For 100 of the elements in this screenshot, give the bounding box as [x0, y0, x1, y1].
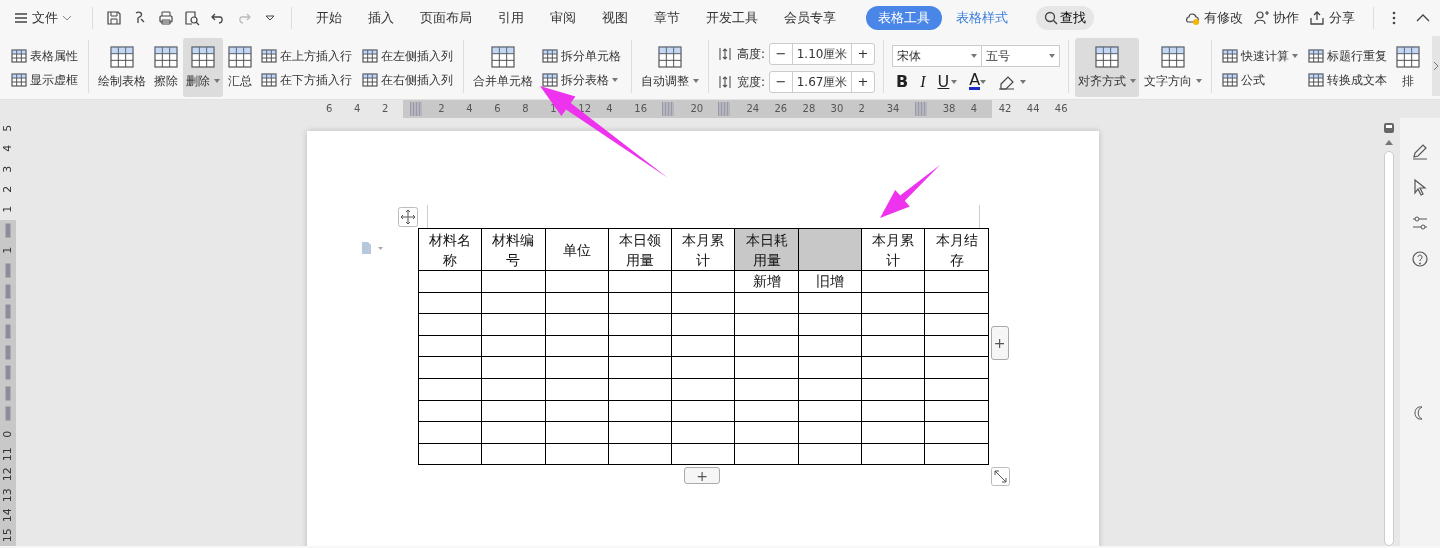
ribbon-button[interactable]: 标题行重复: [1306, 45, 1390, 66]
minus-button[interactable]: −: [770, 43, 793, 64]
print-preview-icon[interactable]: [184, 10, 200, 26]
column-marker[interactable]: [410, 102, 423, 116]
table-cell: [798, 400, 862, 422]
ribbon-button[interactable]: 汇总: [225, 38, 255, 97]
plus-button[interactable]: +: [852, 71, 875, 92]
row-marker[interactable]: [5, 324, 11, 339]
table-cell: [481, 378, 546, 401]
table-cell: [608, 421, 672, 444]
ribbon-tab[interactable]: 章节: [642, 5, 692, 31]
column-marker[interactable]: [662, 102, 675, 116]
ribbon-button[interactable]: 排: [1393, 38, 1424, 97]
pen-icon[interactable]: [1411, 142, 1429, 160]
row-marker[interactable]: [5, 345, 11, 360]
toolbar-button[interactable]: 协作: [1253, 8, 1299, 28]
ribbon-tab[interactable]: 开发工具: [694, 5, 770, 31]
ribbon-button[interactable]: 拆分单元格: [540, 45, 623, 66]
collapse-icon[interactable]: [1416, 14, 1430, 22]
help-icon[interactable]: [1411, 250, 1429, 268]
spinner-field[interactable]: − 1.10厘米 +: [769, 42, 876, 65]
table-icon: [542, 47, 558, 64]
resize-handle-icon[interactable]: [990, 467, 1010, 487]
table-cell: [798, 443, 862, 465]
font-size-dropdown[interactable]: 五号: [982, 45, 1061, 67]
ribbon-button[interactable]: 自动调整: [638, 38, 702, 97]
table-cell: [418, 335, 482, 357]
ribbon-button[interactable]: 显示虚框: [9, 69, 80, 90]
format-button[interactable]: B: [892, 73, 913, 90]
ribbon-tab[interactable]: 表格样式: [944, 5, 1020, 31]
ribbon-tab[interactable]: 插入: [356, 5, 406, 31]
view-icon[interactable]: [1383, 122, 1395, 134]
ribbon-button[interactable]: 快速计算: [1220, 45, 1301, 66]
print-icon[interactable]: [158, 10, 174, 26]
table-cell: [924, 400, 989, 422]
ribbon-button[interactable]: 拆分表格: [540, 69, 623, 90]
ribbon-tab[interactable]: 会员专享: [772, 5, 848, 31]
add-row-button[interactable]: +: [684, 467, 720, 485]
ribbon-button[interactable]: 表格属性: [9, 45, 80, 66]
row-marker[interactable]: [5, 365, 11, 380]
table-cell: [418, 313, 482, 336]
cursor-icon[interactable]: [1411, 178, 1429, 196]
add-column-button[interactable]: +: [990, 326, 1009, 360]
menu-icon: [14, 12, 28, 24]
format-button[interactable]: A: [965, 73, 991, 90]
move-handle-icon[interactable]: [398, 207, 418, 227]
ribbon-button[interactable]: 删除: [183, 38, 223, 97]
toolbar-button[interactable]: 有修改: [1184, 8, 1243, 28]
table-cell: [481, 400, 546, 422]
format-button[interactable]: U: [933, 73, 962, 90]
column-marker[interactable]: [914, 102, 927, 116]
ribbon-button[interactable]: 转换成文本: [1306, 69, 1390, 90]
scroll-up-icon[interactable]: [1385, 140, 1393, 145]
ribbon-tab[interactable]: 表格工具: [866, 5, 942, 31]
table-cell: [481, 335, 546, 357]
row-marker[interactable]: [5, 223, 11, 238]
ruler-number: 26: [774, 103, 788, 114]
ribbon-button[interactable]: 擦除: [151, 38, 181, 97]
more-icon[interactable]: [1392, 11, 1396, 25]
ribbon-button[interactable]: 合并单元格: [470, 38, 536, 97]
ribbon-tab[interactable]: 引用: [486, 5, 536, 31]
scrollbar-thumb[interactable]: [1384, 151, 1394, 546]
search-button[interactable]: 查找: [1036, 5, 1094, 31]
minus-button[interactable]: −: [770, 71, 793, 92]
caret-icon: [1130, 79, 1137, 83]
file-menu[interactable]: 文件: [14, 5, 84, 31]
table-cell: [798, 335, 862, 357]
ribbon-tab[interactable]: 视图: [590, 5, 640, 31]
table-icon: [1161, 45, 1186, 69]
row-marker[interactable]: [5, 386, 11, 401]
table-cell: [481, 270, 546, 293]
ribbon-button[interactable]: 公式: [1220, 69, 1301, 90]
ruler-number: 1: [550, 103, 557, 114]
row-marker[interactable]: [5, 304, 11, 319]
ribbon-button[interactable]: 绘制表格: [95, 38, 149, 97]
format-button[interactable]: I: [916, 73, 930, 90]
table-cell: [671, 378, 735, 401]
ribbon-tab[interactable]: 页面布局: [408, 5, 484, 31]
save-icon[interactable]: [106, 10, 122, 26]
table-cell: [861, 378, 925, 401]
spinner-field[interactable]: − 1.67厘米 +: [769, 70, 876, 93]
table-cell: [545, 270, 609, 293]
ribbon-tab[interactable]: 审阅: [538, 5, 588, 31]
ribbon-button[interactable]: 在左侧插入列: [360, 45, 455, 66]
row-marker[interactable]: [5, 263, 11, 278]
plus-button[interactable]: +: [852, 43, 875, 64]
column-marker[interactable]: [718, 102, 731, 116]
ribbon-button[interactable]: 在下方插入行: [259, 69, 354, 90]
ribbon-button[interactable]: 对齐方式: [1075, 38, 1140, 97]
ribbon-tab[interactable]: 开始: [304, 5, 354, 31]
ribbon-button[interactable]: 在上方插入行: [259, 45, 354, 66]
ruler-number: 28: [802, 103, 816, 114]
ribbon-button[interactable]: 在右侧插入列: [360, 69, 455, 90]
caret-icon: [1020, 79, 1027, 84]
row-marker[interactable]: [5, 406, 11, 421]
sliders-icon[interactable]: [1411, 214, 1429, 232]
toolbar-button[interactable]: 分享: [1309, 8, 1355, 28]
font-dropdown[interactable]: 宋体: [892, 45, 983, 67]
row-marker[interactable]: [5, 284, 11, 299]
ribbon-button[interactable]: 文字方向: [1141, 38, 1206, 97]
